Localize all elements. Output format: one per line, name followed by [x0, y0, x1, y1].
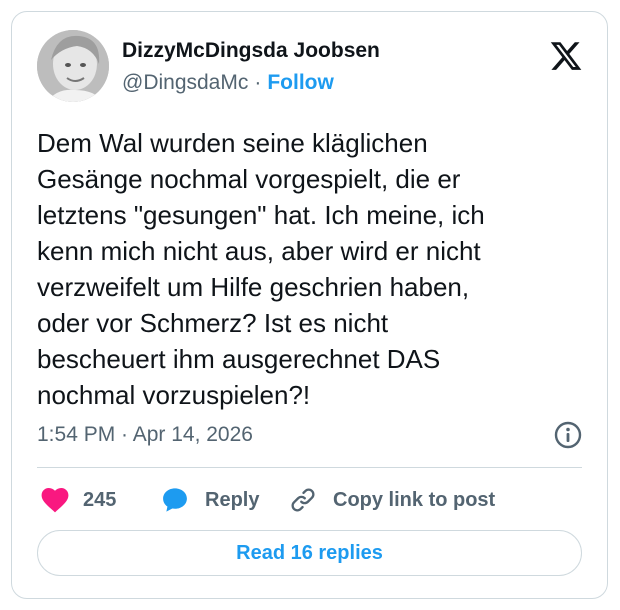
post-timestamp[interactable]: 1:54 PM · Apr 14, 2026 [37, 423, 253, 447]
speech-bubble-icon [163, 488, 187, 512]
action-bar: 245 Reply Copy link to post [37, 480, 582, 520]
author-handle[interactable]: @DingsdaMc [122, 71, 248, 94]
heart-icon [41, 487, 69, 513]
user-avatar-photo [37, 30, 109, 102]
link-icon [291, 488, 315, 512]
author-handle-row: @DingsdaMc · Follow [122, 71, 334, 95]
divider [37, 467, 582, 468]
post-card: DizzyMcDingsda Joobsen @DingsdaMc · Follow… [11, 11, 608, 599]
like-button[interactable]: 245 [41, 480, 116, 520]
author-name[interactable]: DizzyMcDingsda Joobsen [122, 39, 380, 63]
x-logo-icon[interactable] [549, 39, 583, 73]
reply-button[interactable]: Reply [161, 480, 259, 520]
reply-label: Reply [205, 488, 260, 511]
copy-link-label: Copy link to post [333, 488, 496, 511]
info-icon[interactable] [553, 420, 583, 450]
follow-button[interactable]: Follow [267, 71, 334, 94]
avatar[interactable] [37, 30, 109, 102]
post-text: Dem Wal wurden seine kläglichen Gesänge … [37, 128, 485, 410]
separator-dot: · [254, 71, 262, 94]
like-count: 245 [83, 488, 117, 511]
read-replies-label: Read 16 replies [236, 541, 383, 564]
read-replies-button[interactable]: Read 16 replies [37, 530, 582, 576]
copy-link-button[interactable]: Copy link to post [289, 480, 495, 520]
